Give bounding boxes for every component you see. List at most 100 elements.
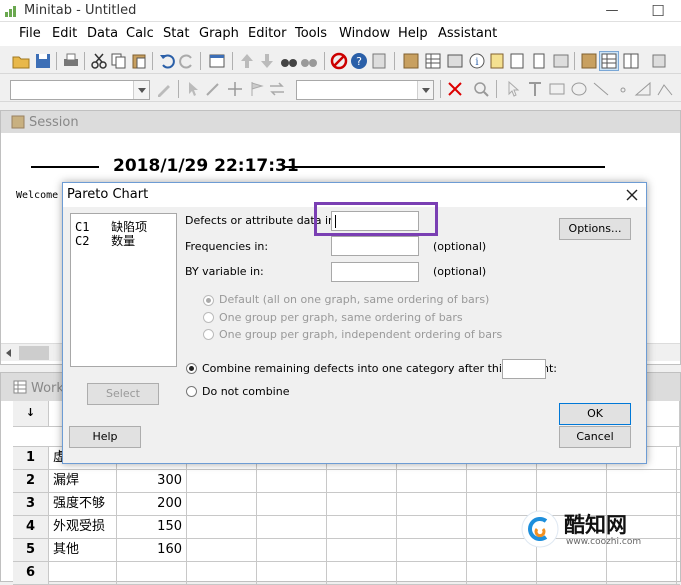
menu-help[interactable]: Help bbox=[398, 26, 428, 41]
rectangle-tool-icon[interactable] bbox=[548, 80, 566, 98]
new-project-icon[interactable] bbox=[650, 52, 668, 70]
graph-element-combo[interactable] bbox=[10, 80, 150, 100]
close-icon[interactable] bbox=[621, 184, 643, 206]
text-tool-icon[interactable] bbox=[526, 80, 544, 98]
combine-percent-input[interactable] bbox=[502, 359, 546, 379]
copy-icon[interactable] bbox=[110, 52, 128, 70]
stat-guide-icon[interactable] bbox=[370, 52, 388, 70]
undo-icon[interactable] bbox=[158, 52, 176, 70]
cell-r5-c1[interactable]: 其他 bbox=[49, 539, 117, 562]
close-graph-icon[interactable] bbox=[446, 80, 464, 98]
cell-r4-c2[interactable]: 150 bbox=[117, 516, 187, 539]
window-title: Minitab - Untitled bbox=[24, 3, 137, 18]
brush-icon[interactable] bbox=[204, 80, 222, 98]
project-manager-icon[interactable] bbox=[552, 52, 570, 70]
history-icon[interactable] bbox=[488, 52, 506, 70]
pointer-icon[interactable] bbox=[504, 80, 522, 98]
tile-icon[interactable] bbox=[622, 52, 640, 70]
show-worksheet-icon[interactable] bbox=[599, 51, 619, 71]
polygon-tool-icon[interactable] bbox=[634, 80, 652, 98]
menu-tools[interactable]: Tools bbox=[295, 26, 327, 41]
related-documents-icon[interactable] bbox=[530, 52, 548, 70]
menu-graph[interactable]: Graph bbox=[199, 26, 239, 41]
frequencies-label: Frequencies in: bbox=[185, 240, 269, 253]
help-icon[interactable]: ? bbox=[350, 52, 368, 70]
cell-r5-c2[interactable]: 160 bbox=[117, 539, 187, 562]
row-header-5[interactable]: 5 bbox=[13, 539, 49, 562]
cell-r2-c2[interactable]: 300 bbox=[117, 470, 187, 493]
variable-item-c2[interactable]: C2 数量 bbox=[75, 232, 135, 249]
edit-element-icon[interactable] bbox=[155, 80, 173, 98]
ok-button[interactable]: OK bbox=[559, 403, 631, 425]
menu-editor[interactable]: Editor bbox=[248, 26, 286, 41]
minitab-app-icon bbox=[5, 6, 16, 17]
menu-window[interactable]: Window bbox=[339, 26, 390, 41]
row-header-3[interactable]: 3 bbox=[13, 493, 49, 516]
row-header-1[interactable]: 1 bbox=[13, 447, 49, 470]
menu-file[interactable]: File bbox=[19, 26, 41, 41]
swap-icon[interactable] bbox=[268, 80, 286, 98]
select-arrow-icon[interactable] bbox=[184, 80, 202, 98]
ellipse-tool-icon[interactable] bbox=[570, 80, 588, 98]
info-icon[interactable]: i bbox=[468, 52, 486, 70]
radio-do-not-combine[interactable] bbox=[186, 386, 197, 397]
menu-assistant[interactable]: Assistant bbox=[438, 26, 497, 41]
scroll-left-icon[interactable] bbox=[3, 347, 15, 359]
arrow-up-icon[interactable] bbox=[238, 52, 256, 70]
cut-icon[interactable] bbox=[90, 52, 108, 70]
open-folder-icon[interactable] bbox=[12, 52, 30, 70]
graphs-icon[interactable] bbox=[446, 52, 464, 70]
session-window-icon[interactable] bbox=[402, 52, 420, 70]
report-pad-icon[interactable] bbox=[508, 52, 526, 70]
minimize-button[interactable]: — bbox=[589, 0, 635, 22]
arrow-down-icon[interactable] bbox=[258, 52, 276, 70]
svg-text:i: i bbox=[475, 57, 478, 68]
graph-select-combo[interactable] bbox=[296, 80, 434, 100]
redo-icon[interactable] bbox=[178, 52, 196, 70]
row-header-2[interactable]: 2 bbox=[13, 470, 49, 493]
help-button[interactable]: Help bbox=[69, 426, 141, 448]
scroll-thumb[interactable] bbox=[19, 346, 49, 360]
find-next-icon[interactable] bbox=[300, 52, 318, 70]
menu-edit[interactable]: Edit bbox=[52, 26, 77, 41]
options-button[interactable]: Options... bbox=[559, 218, 631, 240]
menu-calc[interactable]: Calc bbox=[126, 26, 154, 41]
select-button[interactable]: Select bbox=[87, 383, 159, 405]
crosshair-icon[interactable] bbox=[226, 80, 244, 98]
save-icon[interactable] bbox=[34, 52, 52, 70]
variable-list[interactable]: C1 缺陷项 C2 数量 bbox=[70, 213, 177, 367]
watermark: 酷知网 www.coozhi.com bbox=[520, 507, 675, 553]
find-icon[interactable] bbox=[280, 52, 298, 70]
radio-independent-ordering bbox=[203, 329, 214, 340]
cell-r3-c1[interactable]: 强度不够 bbox=[49, 493, 117, 516]
dialog-title: Pareto Chart bbox=[67, 187, 149, 202]
polyline-tool-icon[interactable] bbox=[656, 80, 674, 98]
worksheets-icon[interactable] bbox=[424, 52, 442, 70]
radio-same-ordering-label: One group per graph, same ordering of ba… bbox=[219, 311, 463, 324]
by-variable-label: BY variable in: bbox=[185, 265, 264, 278]
row-header-4[interactable]: 4 bbox=[13, 516, 49, 539]
cancel-button[interactable]: Cancel bbox=[559, 426, 631, 448]
marker-tool-icon[interactable] bbox=[614, 80, 632, 98]
session-rule-left bbox=[31, 166, 99, 168]
radio-default-ordering-label: Default (all on one graph, same ordering… bbox=[219, 293, 490, 306]
maximize-button[interactable]: ☐ bbox=[635, 0, 681, 22]
cancel-icon[interactable] bbox=[330, 52, 348, 70]
print-icon[interactable] bbox=[62, 52, 80, 70]
paste-icon[interactable] bbox=[130, 52, 148, 70]
by-variable-input[interactable] bbox=[331, 262, 419, 282]
cell-r2-c1[interactable]: 漏焊 bbox=[49, 470, 117, 493]
show-session-icon[interactable] bbox=[580, 52, 598, 70]
menu-data[interactable]: Data bbox=[87, 26, 118, 41]
menu-stat[interactable]: Stat bbox=[163, 26, 189, 41]
session-titlebar: Session bbox=[1, 111, 680, 133]
frequencies-input[interactable] bbox=[331, 236, 419, 256]
flag-icon[interactable] bbox=[248, 80, 266, 98]
cell-r3-c2[interactable]: 200 bbox=[117, 493, 187, 516]
zoom-icon[interactable] bbox=[472, 80, 490, 98]
grid-corner-arrow[interactable]: ↓ bbox=[13, 401, 49, 427]
radio-combine-defects[interactable] bbox=[186, 363, 197, 374]
line-tool-icon[interactable] bbox=[592, 80, 610, 98]
edit-last-dialog-icon[interactable] bbox=[208, 52, 226, 70]
cell-r4-c1[interactable]: 外观受损 bbox=[49, 516, 117, 539]
